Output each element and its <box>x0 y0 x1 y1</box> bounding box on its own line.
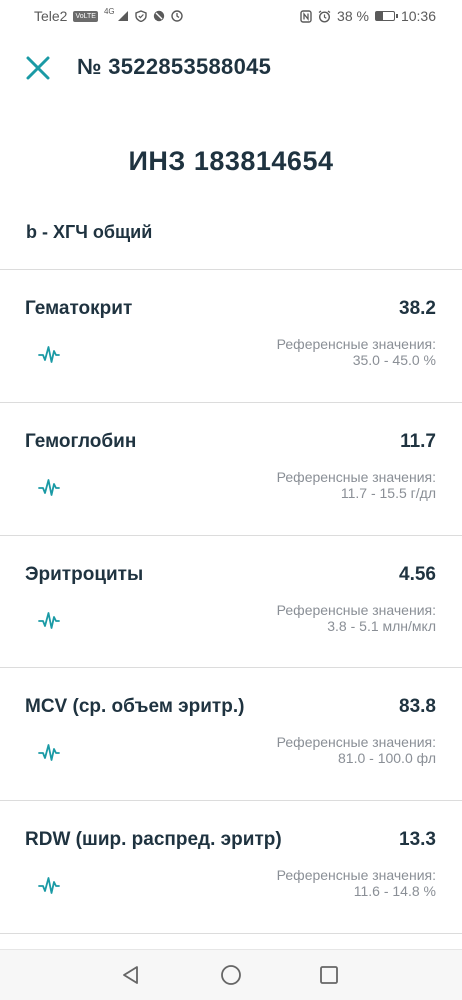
signal-icon <box>117 10 129 22</box>
result-name: MCV (ср. объем эритр.) <box>25 696 245 717</box>
system-nav-bar <box>0 949 462 1000</box>
back-icon <box>123 966 138 984</box>
battery-icon <box>374 11 398 21</box>
home-icon <box>221 965 241 985</box>
section-label: b - ХГЧ общий <box>26 222 153 242</box>
result-row: Гематокрит 38.2 Референсные значения: 35… <box>0 270 462 402</box>
status-left: Tele2 VoLTE 4G <box>34 6 183 24</box>
clock-status-icon <box>170 10 183 22</box>
status-right: 38 % 10:36 <box>300 8 436 24</box>
shield-icon <box>134 10 147 22</box>
reference-range: 11.6 - 14.8 % <box>353 883 436 899</box>
home-button[interactable] <box>220 964 242 986</box>
reference-label: Референсные значения: <box>276 734 436 750</box>
result-row: RDW (шир. распред. эритр) 13.3 Референсн… <box>0 801 462 933</box>
nfc-icon <box>300 9 312 23</box>
pulse-icon[interactable] <box>38 609 60 631</box>
reference-values: Референсные значения: 35.0 - 45.0 % <box>277 336 436 368</box>
app-header: № 3522853588045 <box>0 46 462 88</box>
reference-values: Референсные значения: 81.0 - 100.0 фл <box>277 734 436 766</box>
reference-range: 3.8 - 5.1 млн/мкл <box>327 618 436 634</box>
result-row: Эритроциты 4.56 Референсные значения: 3.… <box>0 536 462 668</box>
reference-range: 11.7 - 15.5 г/дл <box>340 485 436 501</box>
reference-label: Референсные значения: <box>276 336 436 352</box>
result-name: Эритроциты <box>25 564 144 585</box>
no-disturb-icon <box>153 10 165 22</box>
reference-values: Референсные значения: 11.7 - 15.5 г/дл <box>277 469 436 501</box>
result-value: 38.2 <box>399 298 436 319</box>
reference-label: Референсные значения: <box>276 602 436 618</box>
close-icon <box>26 56 50 80</box>
status-time: 10:36 <box>400 8 436 24</box>
reference-range: 81.0 - 100.0 фл <box>338 750 436 766</box>
result-value: 13.3 <box>399 829 436 850</box>
back-button[interactable] <box>120 964 142 986</box>
reference-range: 35.0 - 45.0 % <box>352 352 436 368</box>
pulse-icon[interactable] <box>38 476 60 498</box>
pulse-icon[interactable] <box>38 874 60 896</box>
network-type: 4G <box>103 6 115 16</box>
page-title: ИНЗ 183814654 <box>128 146 334 176</box>
result-value: 83.8 <box>399 696 436 717</box>
result-name: Гематокрит <box>25 298 133 319</box>
close-button[interactable] <box>24 54 52 82</box>
status-bar: Tele2 VoLTE 4G 38 % 10:36 <box>0 0 462 32</box>
result-name: Гемоглобин <box>25 431 137 452</box>
result-value: 4.56 <box>399 564 436 585</box>
volte-badge: VoLTE <box>73 10 98 22</box>
battery-level <box>375 12 383 20</box>
result-row: Гемоглобин 11.7 Референсные значения: 11… <box>0 403 462 535</box>
battery-percent: 38 % <box>337 8 369 24</box>
pulse-icon[interactable] <box>38 343 60 365</box>
reference-label: Референсные значения: <box>276 469 436 485</box>
recents-button[interactable] <box>318 964 340 986</box>
result-name: RDW (шир. распред. эритр) <box>25 829 282 850</box>
order-number-title: № 3522853588045 <box>77 54 272 79</box>
divider <box>0 933 462 934</box>
reference-label: Референсные значения: <box>276 867 436 883</box>
reference-values: Референсные значения: 11.6 - 14.8 % <box>277 867 436 899</box>
carrier-name: Tele2 <box>34 8 68 24</box>
result-row: MCV (ср. объем эритр.) 83.8 Референсные … <box>0 668 462 800</box>
recents-icon <box>320 966 338 984</box>
pulse-icon[interactable] <box>38 741 60 763</box>
reference-values: Референсные значения: 3.8 - 5.1 млн/мкл <box>277 602 436 634</box>
alarm-icon <box>318 9 331 23</box>
result-value: 11.7 <box>400 431 436 452</box>
